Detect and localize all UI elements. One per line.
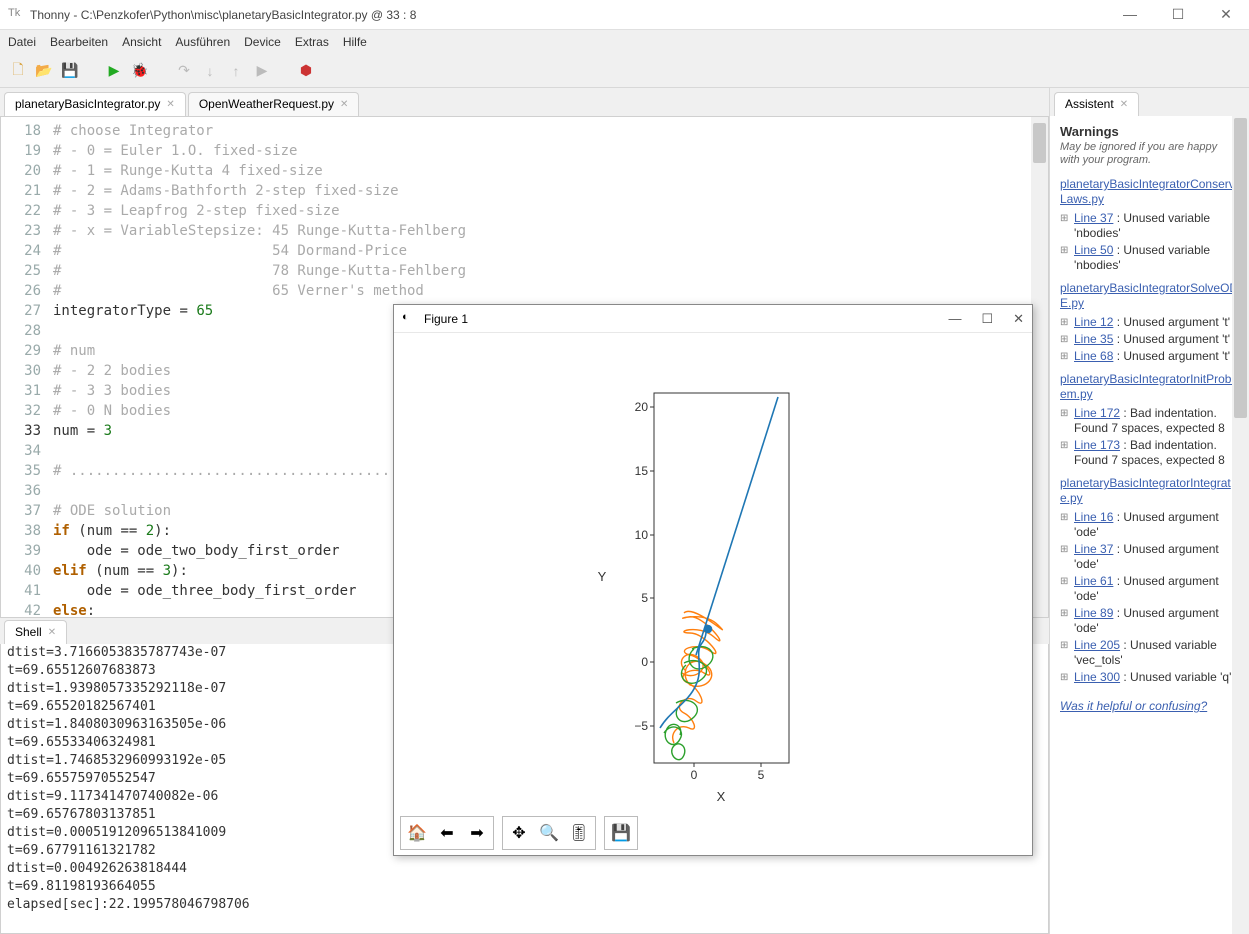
assistant-panel: Warnings May be ignored if you are happy… [1050,116,1249,934]
stop-icon[interactable]: ⬢ [296,61,316,81]
figure-window[interactable]: ◐ Figure 1 — ☐ ✕ Y X −5 0 5 10 15 20 [393,304,1033,856]
tab-label: Assistent [1065,97,1114,111]
assistant-tabs: Assistent ✕ [1050,88,1249,116]
tab-label: OpenWeatherRequest.py [199,97,334,111]
menu-edit[interactable]: Bearbeiten [50,35,108,49]
toolbar: 🗋 📂 💾 ▶ 🐞 ↷ ↓ ↑ ▶ ⬢ [0,54,1249,88]
menu-run[interactable]: Ausführen [175,35,230,49]
warning-item[interactable]: Line 37 : Unused argument 'ode' [1060,542,1239,572]
save-icon[interactable]: 💾 [60,61,80,81]
file-link[interactable]: planetaryBasicIntegratorConservLaws.py [1060,177,1239,207]
x-ticks: 0 5 [691,763,765,782]
home-icon[interactable]: 🏠 [403,819,431,847]
series-body3 [664,647,713,760]
configure-icon[interactable]: 🎚 [565,819,593,847]
fig-close-button[interactable]: ✕ [1013,311,1024,327]
open-file-icon[interactable]: 📂 [34,61,54,81]
step-into-icon[interactable]: ↓ [200,61,220,81]
zoom-icon[interactable]: 🔍 [535,819,563,847]
warning-item[interactable]: Line 37 : Unused variable 'nbodies' [1060,211,1239,241]
menu-view[interactable]: Ansicht [122,35,161,49]
close-icon[interactable]: ✕ [1120,99,1128,110]
maximize-button[interactable]: ☐ [1163,6,1193,23]
menu-file[interactable]: Datei [8,35,36,49]
svg-text:5: 5 [758,768,765,782]
file-link[interactable]: planetaryBasicIntegratorSolveODE.py [1060,281,1239,311]
new-file-icon[interactable]: 🗋 [8,61,28,81]
close-icon[interactable]: ✕ [340,99,348,110]
series-body1 [660,397,778,728]
svg-text:5: 5 [641,591,648,605]
tab-planetary[interactable]: planetaryBasicIntegrator.py ✕ [4,92,186,116]
warning-item[interactable]: Line 12 : Unused argument 't' [1060,315,1239,330]
line-gutter: 1819202122232425262728293031323334353637… [1,117,49,617]
pan-icon[interactable]: ✥ [505,819,533,847]
svg-text:10: 10 [635,528,649,542]
warnings-hint: May be ignored if you are happy with you… [1060,141,1239,167]
fig-minimize-button[interactable]: — [948,311,961,327]
resume-icon[interactable]: ▶ [252,61,272,81]
menu-device[interactable]: Device [244,35,281,49]
warning-item[interactable]: Line 68 : Unused argument 't' [1060,349,1239,364]
figure-title: Figure 1 [424,312,948,326]
tab-assistant[interactable]: Assistent ✕ [1054,92,1139,116]
tab-label: planetaryBasicIntegrator.py [15,97,160,111]
close-icon[interactable]: ✕ [48,627,56,638]
xlabel: X [717,789,726,804]
forward-icon[interactable]: ➡ [463,819,491,847]
svg-text:0: 0 [641,655,648,669]
titlebar: Tk Thonny - C:\Penzkofer\Python\misc\pla… [0,0,1249,30]
warnings-heading: Warnings [1060,124,1239,139]
menu-help[interactable]: Hilfe [343,35,367,49]
warning-item[interactable]: Line 172 : Bad indentation. Found 7 spac… [1060,406,1239,436]
close-icon[interactable]: ✕ [166,99,174,110]
warning-item[interactable]: Line 50 : Unused variable 'nbodies' [1060,243,1239,273]
menu-extras[interactable]: Extras [295,35,329,49]
figure-canvas[interactable]: Y X −5 0 5 10 15 20 0 5 [394,333,1032,813]
save-figure-icon[interactable]: 💾 [607,819,635,847]
warning-item[interactable]: Line 16 : Unused argument 'ode' [1060,510,1239,540]
tab-shell[interactable]: Shell ✕ [4,620,67,644]
svg-text:20: 20 [635,400,649,414]
ylabel: Y [598,569,607,584]
fig-maximize-button[interactable]: ☐ [981,311,993,327]
app-icon: Tk [8,7,24,23]
window-title: Thonny - C:\Penzkofer\Python\misc\planet… [30,8,1115,22]
close-button[interactable]: ✕ [1211,6,1241,23]
file-link[interactable]: planetaryBasicIntegratorInitProblem.py [1060,372,1239,402]
editor-tabs: planetaryBasicIntegrator.py ✕ OpenWeathe… [0,88,1049,116]
plot-svg: Y X −5 0 5 10 15 20 0 5 [394,333,1034,813]
assistant-scrollbar[interactable] [1232,116,1249,934]
figure-toolbar: 🏠 ⬅ ➡ ✥ 🔍 🎚 💾 [394,813,1032,853]
warning-item[interactable]: Line 35 : Unused argument 't' [1060,332,1239,347]
tab-label: Shell [15,625,42,639]
warning-item[interactable]: Line 300 : Unused variable 'q' [1060,670,1239,685]
debug-icon[interactable]: 🐞 [130,61,150,81]
svg-text:0: 0 [691,768,698,782]
warning-item[interactable]: Line 89 : Unused argument 'ode' [1060,606,1239,636]
feedback-link[interactable]: Was it helpful or confusing? [1060,699,1207,713]
y-ticks: −5 0 5 10 15 20 [634,400,654,733]
svg-text:15: 15 [635,464,649,478]
warning-item[interactable]: Line 61 : Unused argument 'ode' [1060,574,1239,604]
file-link[interactable]: planetaryBasicIntegratorIntegrate.py [1060,476,1239,506]
figure-titlebar[interactable]: ◐ Figure 1 — ☐ ✕ [394,305,1032,333]
run-icon[interactable]: ▶ [104,61,124,81]
warning-item[interactable]: Line 173 : Bad indentation. Found 7 spac… [1060,438,1239,468]
back-icon[interactable]: ⬅ [433,819,461,847]
menubar: Datei Bearbeiten Ansicht Ausführen Devic… [0,30,1249,54]
step-over-icon[interactable]: ↷ [174,61,194,81]
step-out-icon[interactable]: ↑ [226,61,246,81]
tab-openweather[interactable]: OpenWeatherRequest.py ✕ [188,92,360,116]
svg-text:−5: −5 [634,719,648,733]
minimize-button[interactable]: — [1115,6,1145,23]
figure-icon: ◐ [402,311,418,327]
warning-item[interactable]: Line 205 : Unused variable 'vec_tols' [1060,638,1239,668]
